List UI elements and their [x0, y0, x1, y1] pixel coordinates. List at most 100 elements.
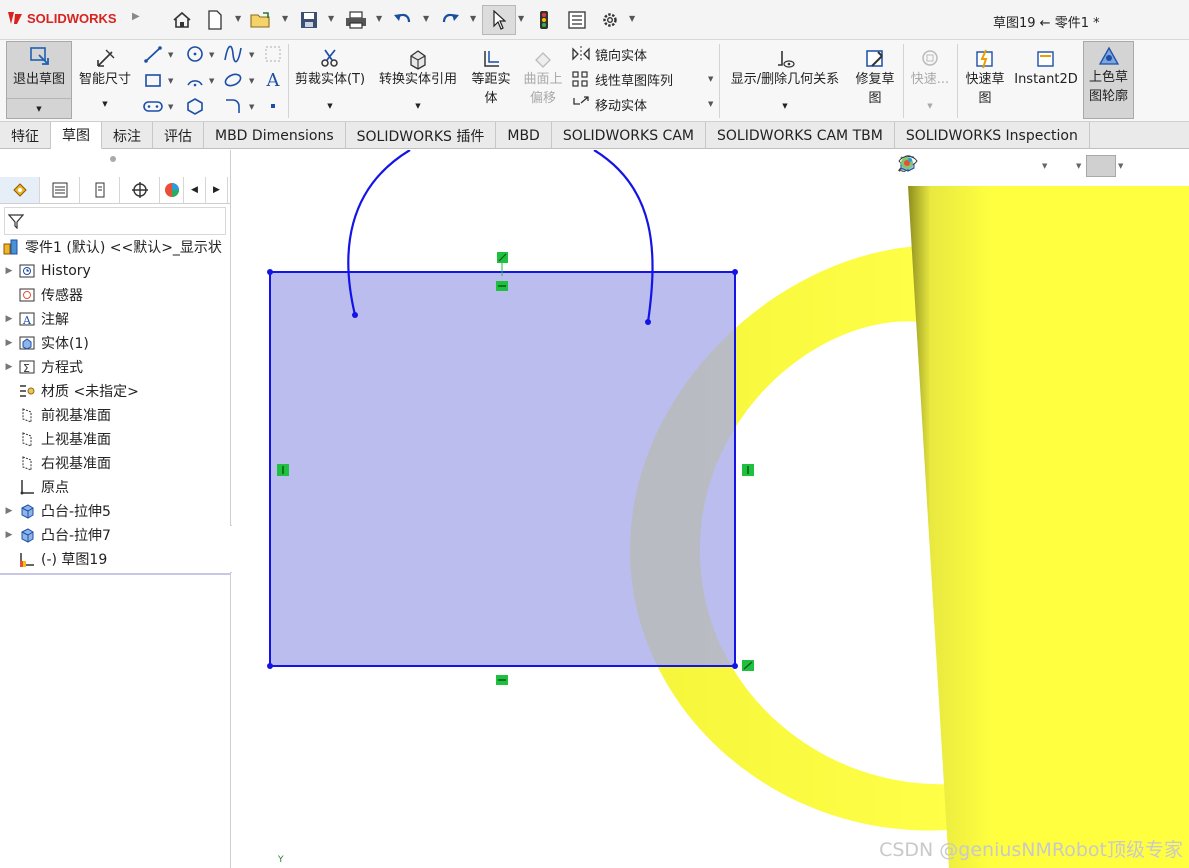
expand-arrow-icon[interactable]: ▶ [4, 266, 14, 276]
expand-arrow-icon[interactable]: ▶ [4, 362, 14, 372]
expand-arrow-icon[interactable]: ▶ [4, 314, 14, 324]
chevron-down-icon[interactable]: ▼ [327, 97, 332, 116]
display-delete-relations-button[interactable]: 显示/删除几何关系 ▼ [724, 44, 846, 116]
configuration-manager-tab-icon[interactable] [80, 177, 120, 203]
chevron-down-icon[interactable]: ▼ [168, 103, 173, 111]
chevron-down-icon[interactable]: ▼ [102, 95, 107, 114]
apply-scene-icon[interactable] [901, 155, 1174, 177]
fillet-icon[interactable] [222, 96, 244, 116]
smart-dimension-button[interactable]: 智能尺寸 ▼ [74, 44, 136, 114]
trim-entities-button[interactable]: 剪裁实体(T) ▼ [293, 44, 367, 116]
expand-arrow-icon[interactable]: ▶ [4, 506, 14, 516]
chevron-down-icon[interactable]: ▼ [708, 75, 713, 83]
offset-on-surface-button[interactable]: 曲面上 偏移 [518, 44, 568, 108]
tree-item[interactable]: ▶ Σ 方程式 [4, 355, 83, 379]
move-entities-button[interactable]: 移动实体 [571, 93, 647, 115]
chevron-down-icon[interactable]: ▼ [328, 14, 334, 23]
section-view-icon[interactable] [900, 155, 992, 177]
open-document-icon[interactable] [249, 8, 273, 32]
ellipse-icon[interactable] [222, 70, 244, 90]
line-icon[interactable] [142, 44, 164, 64]
expand-arrow-icon[interactable]: ▶ [4, 338, 14, 348]
tab-0[interactable]: 特征 [0, 122, 51, 149]
chevron-down-icon[interactable]: ▼ [235, 14, 241, 23]
tree-item[interactable]: 原点 [4, 475, 69, 499]
tree-item[interactable]: ▶ 凸台-拉伸5 [4, 499, 111, 523]
tree-filter[interactable] [4, 207, 226, 235]
chevron-down-icon[interactable]: ▼ [249, 103, 254, 111]
panel-grip[interactable] [110, 156, 116, 162]
graphics-area[interactable]: ▼ ▼ ▼ Y CSDN @geniusNMRobot顶级专家 [232, 150, 1189, 868]
tree-item[interactable]: 右视基准面 [4, 451, 111, 475]
chevron-down-icon[interactable]: ▼ [376, 14, 382, 23]
linear-pattern-button[interactable]: 线性草图阵列 [571, 68, 673, 90]
text-icon[interactable]: A [262, 70, 284, 91]
tree-item[interactable]: 传感器 [4, 283, 83, 307]
chevron-down-icon[interactable]: ▼ [927, 97, 932, 116]
offset-entities-button[interactable]: 等距实 体 [466, 44, 516, 108]
chevron-down-icon[interactable]: ▼ [7, 98, 71, 118]
tab-scroll-left-icon[interactable]: ◀ [184, 177, 206, 203]
tab-9[interactable]: SOLIDWORKS Inspection [895, 122, 1090, 149]
options-gear-icon[interactable] [599, 8, 621, 32]
feature-manager-tab-icon[interactable] [0, 177, 40, 203]
slot-icon[interactable] [142, 96, 164, 116]
edit-appearance-icon[interactable] [900, 155, 1150, 177]
chevron-down-icon[interactable]: ▼ [518, 14, 524, 23]
tab-2[interactable]: 标注 [102, 122, 153, 149]
tab-scroll-right-icon[interactable]: ▶ [206, 177, 228, 203]
chevron-down-icon[interactable]: ▼ [209, 51, 214, 59]
dimxpert-tab-icon[interactable] [120, 177, 160, 203]
quick-snaps-button[interactable]: 快速... ▼ [906, 44, 954, 116]
tree-item[interactable]: 材质 <未指定> [4, 379, 139, 403]
solidworks-logo[interactable]: SOLIDWORKS [6, 10, 117, 26]
tree-item[interactable]: 前视基准面 [4, 403, 111, 427]
expand-arrow-icon[interactable]: ▶ [4, 530, 14, 540]
chevron-down-icon[interactable]: ▼ [209, 77, 214, 85]
sketch-rectangle[interactable] [269, 271, 736, 667]
chevron-down-icon[interactable]: ▼ [282, 14, 288, 23]
menu-expand-icon[interactable]: ▶ [132, 11, 140, 22]
chevron-down-icon[interactable]: ▼ [249, 77, 254, 85]
file-properties-icon[interactable] [566, 8, 588, 32]
tree-root-part[interactable]: 零件1 (默认) <<默认>_显示状 [2, 235, 222, 259]
tree-item[interactable]: ▶ A 注解 [4, 307, 69, 331]
spline-icon[interactable] [222, 44, 244, 64]
shaded-sketch-contours-button[interactable]: 上色草 图轮廓 [1083, 41, 1134, 119]
mirror-entities-button[interactable]: 镜向实体 [571, 43, 647, 65]
chevron-down-icon[interactable]: ▼ [629, 14, 635, 23]
tab-5[interactable]: SOLIDWORKS 插件 [346, 122, 497, 149]
tree-item[interactable]: (-) 草图19 [4, 547, 107, 571]
tab-3[interactable]: 评估 [153, 122, 204, 149]
polygon-icon[interactable] [184, 96, 206, 116]
point-icon[interactable] [262, 96, 284, 116]
tree-item[interactable]: ▶ 实体(1) [4, 331, 89, 355]
hide-show-items-icon[interactable] [898, 155, 1116, 177]
new-document-icon[interactable] [205, 8, 225, 32]
chevron-down-icon[interactable]: ▼ [782, 97, 787, 116]
chevron-down-icon[interactable]: ▼ [470, 14, 476, 23]
save-icon[interactable] [298, 8, 320, 32]
circle-icon[interactable] [184, 44, 206, 64]
chevron-down-icon[interactable]: ▼ [168, 51, 173, 59]
repair-sketch-button[interactable]: 修复草 图 [850, 44, 900, 108]
display-manager-tab-icon[interactable] [160, 177, 184, 203]
tab-1[interactable]: 草图 [51, 122, 102, 149]
chevron-down-icon[interactable]: ▼ [708, 100, 713, 108]
rollback-bar[interactable] [0, 573, 231, 575]
tab-8[interactable]: SOLIDWORKS CAM TBM [706, 122, 895, 149]
display-style-icon[interactable] [900, 155, 1074, 177]
rectangle-icon[interactable] [142, 70, 164, 90]
tree-item[interactable]: 上视基准面 [4, 427, 111, 451]
tab-7[interactable]: SOLIDWORKS CAM [552, 122, 706, 149]
select-icon[interactable] [482, 5, 516, 35]
chevron-down-icon[interactable]: ▼ [415, 97, 420, 116]
dynamic-annotation-icon[interactable] [900, 155, 1016, 177]
redo-icon[interactable] [439, 8, 461, 32]
tab-6[interactable]: MBD [496, 122, 552, 149]
chevron-down-icon[interactable]: ▼ [168, 77, 173, 85]
zoom-to-area-icon[interactable] [898, 155, 944, 177]
previous-view-icon[interactable] [899, 155, 968, 177]
rapid-sketch-button[interactable]: 快速草 图 [960, 44, 1010, 108]
undo-icon[interactable] [392, 8, 414, 32]
